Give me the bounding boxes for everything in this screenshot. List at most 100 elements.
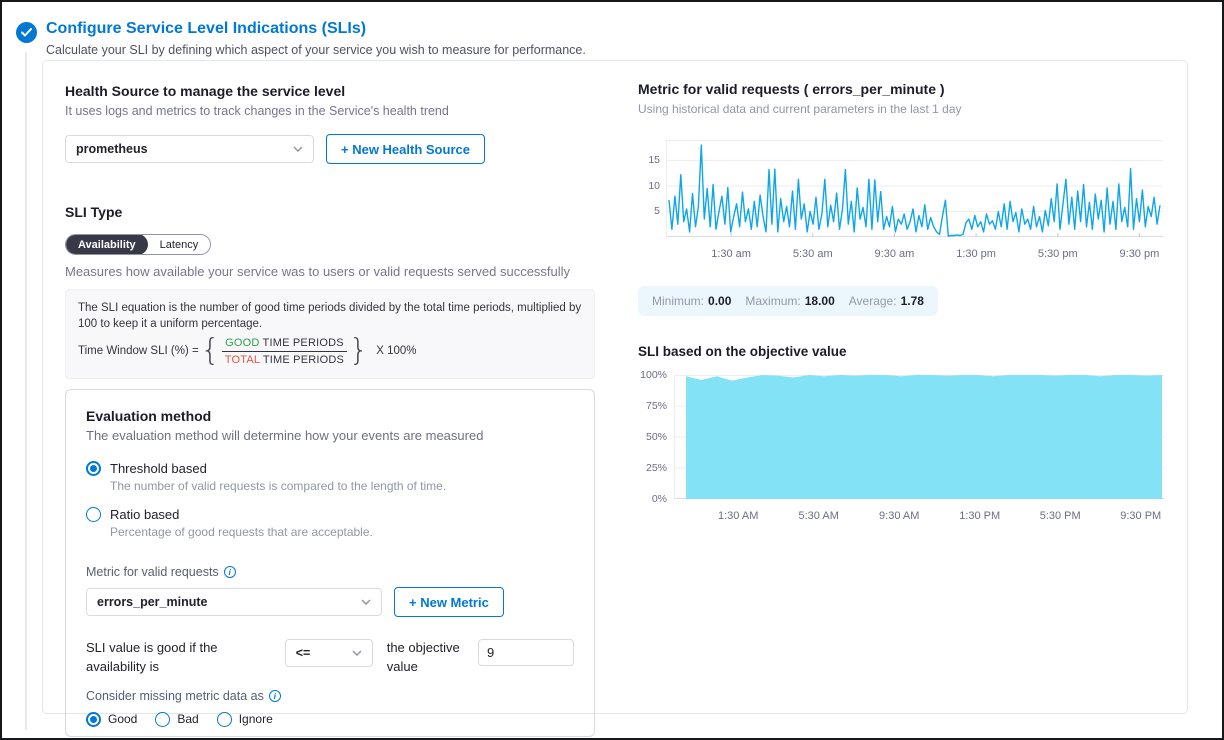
sli-chart-plot[interactable] <box>674 375 1164 504</box>
bad-label: Bad <box>177 712 198 726</box>
evaluation-subtext: The evaluation method will determine how… <box>86 428 574 443</box>
sli-chart-title: SLI based on the objective value <box>638 344 1164 359</box>
new-health-source-button[interactable]: + New Health Source <box>326 134 485 164</box>
radio-bad[interactable]: Bad <box>155 712 198 727</box>
page-title: Configure Service Level Indications (SLI… <box>46 20 366 38</box>
step-complete-icon <box>16 22 37 43</box>
new-metric-button[interactable]: + New Metric <box>394 587 504 617</box>
sli-equation-formula: Time Window SLI (%) = { GOOD TIME PERIOD… <box>78 336 582 366</box>
radio-threshold-icon[interactable] <box>86 461 101 476</box>
maximum-value: 18.00 <box>805 294 835 308</box>
health-source-selected-value: prometheus <box>76 142 148 156</box>
total-term: TOTAL <box>225 354 260 366</box>
y-tick-label: 5 <box>654 205 660 217</box>
missing-data-label: Consider missing metric data as <box>86 689 264 703</box>
x-tick-label: 9:30 am <box>875 248 915 260</box>
minimum-label: Minimum: <box>652 294 704 308</box>
maximum-label: Maximum: <box>745 294 800 308</box>
health-source-select[interactable]: prometheus <box>65 135 314 163</box>
chevron-down-icon <box>293 146 303 152</box>
x-tick-label: 1:30 AM <box>718 510 758 522</box>
right-column: Metric for valid requests ( errors_per_m… <box>613 61 1190 713</box>
metric-select[interactable]: errors_per_minute <box>86 588 382 616</box>
x-tick-label: 1:30 am <box>711 248 751 260</box>
chevron-down-icon <box>361 599 371 605</box>
metric-chart-y-axis: 5 10 15 <box>638 140 666 237</box>
radio-ignore-icon[interactable] <box>217 712 232 727</box>
sli-chart-x-axis: 1:30 AM5:30 AM9:30 AM1:30 PM5:30 PM9:30 … <box>674 510 1164 530</box>
metric-chart-subtitle: Using historical data and current parame… <box>638 102 1164 116</box>
evaluation-method-card: Evaluation method The evaluation method … <box>65 389 595 737</box>
good-label: Good <box>108 712 137 726</box>
ratio-label: Ratio based <box>110 507 179 522</box>
missing-data-options: Good Bad Ignore <box>86 712 574 727</box>
equation-fraction: GOOD TIME PERIODS TOTAL TIME PERIODS <box>222 337 347 366</box>
comparator-value: <= <box>296 646 311 660</box>
health-source-heading: Health Source to manage the service leve… <box>65 83 595 99</box>
evaluation-heading: Evaluation method <box>86 408 574 424</box>
minimum-value: 0.00 <box>708 294 731 308</box>
numerator-rest: TIME PERIODS <box>259 337 343 349</box>
sli-equation-box: The SLI equation is the number of good t… <box>65 289 595 379</box>
x-tick-label: 5:30 pm <box>1038 248 1078 260</box>
y-tick-label: 15 <box>648 154 660 166</box>
sli-equation-text: The SLI equation is the number of good t… <box>78 300 582 332</box>
chevron-down-icon <box>352 650 362 656</box>
sli-value-text: SLI value is good if the availability is <box>86 639 271 677</box>
x-tick-label: 1:30 pm <box>956 248 996 260</box>
info-icon[interactable]: i <box>269 690 281 702</box>
objective-label: the objective value <box>387 639 464 677</box>
right-brace: } <box>349 336 368 366</box>
metric-chart-x-axis: 1:30 am 5:30 am 9:30 am 1:30 pm 5:30 pm 9:30 … <box>666 248 1163 268</box>
equation-suffix: X 100% <box>376 345 416 357</box>
y-tick-label: 50% <box>646 431 667 443</box>
radio-bad-icon[interactable] <box>155 712 170 727</box>
sli-type-description: Measures how available your service was … <box>65 264 595 279</box>
x-tick-label: 9:30 pm <box>1120 248 1160 260</box>
sli-type-latency[interactable]: Latency <box>148 234 211 255</box>
radio-threshold-based[interactable]: Threshold based <box>86 461 574 476</box>
left-column: Health Source to manage the service leve… <box>43 61 613 713</box>
x-tick-label: 5:30 AM <box>799 510 839 522</box>
average-value: 1.78 <box>901 294 924 308</box>
y-tick-label: 0% <box>652 493 667 505</box>
sli-type-heading: SLI Type <box>65 204 595 220</box>
metric-for-valid-requests-label: Metric for valid requests <box>86 565 219 579</box>
sli-area-chart <box>674 375 1164 499</box>
y-tick-label: 10 <box>648 180 660 192</box>
good-term: GOOD <box>225 337 259 349</box>
comparator-select[interactable]: <= <box>285 639 373 667</box>
radio-good[interactable]: Good <box>86 712 137 727</box>
y-tick-label: 100% <box>640 369 667 381</box>
metric-chart-block: 5 10 15 1:30 am 5:30 am 9:30 am 1:30 pm 5:30 p… <box>638 140 1164 268</box>
health-source-subtext: It uses logs and metrics to track change… <box>65 104 595 118</box>
x-tick-label: 1:30 PM <box>959 510 1000 522</box>
radio-ratio-based[interactable]: Ratio based <box>86 507 574 522</box>
metric-chart-plot[interactable] <box>666 140 1163 242</box>
metric-line-chart <box>666 140 1163 237</box>
x-tick-label: 9:30 AM <box>879 510 919 522</box>
denominator-rest: TIME PERIODS <box>260 354 344 366</box>
average-label: Average: <box>849 294 897 308</box>
radio-good-icon[interactable] <box>86 712 101 727</box>
sli-chart-y-axis: 0%25%50%75%100% <box>638 375 674 499</box>
radio-ignore[interactable]: Ignore <box>217 712 273 727</box>
x-tick-label: 5:30 am <box>793 248 833 260</box>
y-tick-label: 25% <box>646 462 667 474</box>
sli-type-availability[interactable]: Availability <box>66 234 148 255</box>
ratio-description: Percentage of good requests that are acc… <box>110 525 574 539</box>
y-tick-label: 75% <box>646 400 667 412</box>
page-subtitle: Calculate your SLI by defining which asp… <box>46 43 586 57</box>
stepper-line <box>25 52 27 730</box>
objective-value-input[interactable] <box>478 639 574 666</box>
sli-type-toggle: Availability Latency <box>65 234 211 255</box>
left-brace: { <box>201 336 220 366</box>
radio-ratio-icon[interactable] <box>86 507 101 522</box>
metric-chart-title: Metric for valid requests ( errors_per_m… <box>638 81 1164 97</box>
app-window: Configure Service Level Indications (SLI… <box>0 0 1224 740</box>
threshold-description: The number of valid requests is compared… <box>110 479 574 493</box>
sli-config-panel: Health Source to manage the service leve… <box>42 60 1188 714</box>
ignore-label: Ignore <box>239 712 273 726</box>
info-icon[interactable]: i <box>224 566 236 578</box>
sli-chart-block: 0%25%50%75%100% 1:30 AM5:30 AM9:30 AM1:3… <box>638 375 1164 530</box>
